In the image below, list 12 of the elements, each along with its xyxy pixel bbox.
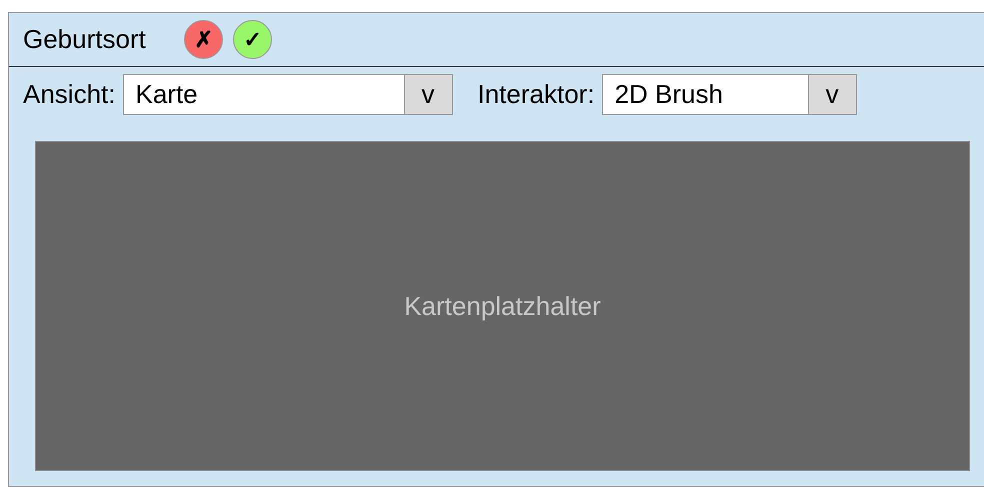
panel-title: Geburtsort [23, 23, 146, 56]
cancel-button[interactable]: ✗ [184, 20, 223, 59]
placeholder-text: Kartenplatzhalter [404, 290, 601, 322]
dropdown[interactable]: Karte v [122, 74, 452, 114]
dropdown-toggle[interactable]: v [808, 74, 856, 114]
dropdown-value: 2D Brush [614, 78, 724, 110]
confirm-button[interactable]: ✓ [232, 20, 272, 59]
dropdown-value: Karte [134, 78, 199, 110]
dropdown-label: Interaktor: [478, 78, 595, 110]
dropdown-toggle[interactable]: v [404, 74, 452, 114]
dropdown[interactable]: 2D Brush v [602, 74, 857, 114]
dropdown-label: Ansicht: [23, 78, 116, 110]
